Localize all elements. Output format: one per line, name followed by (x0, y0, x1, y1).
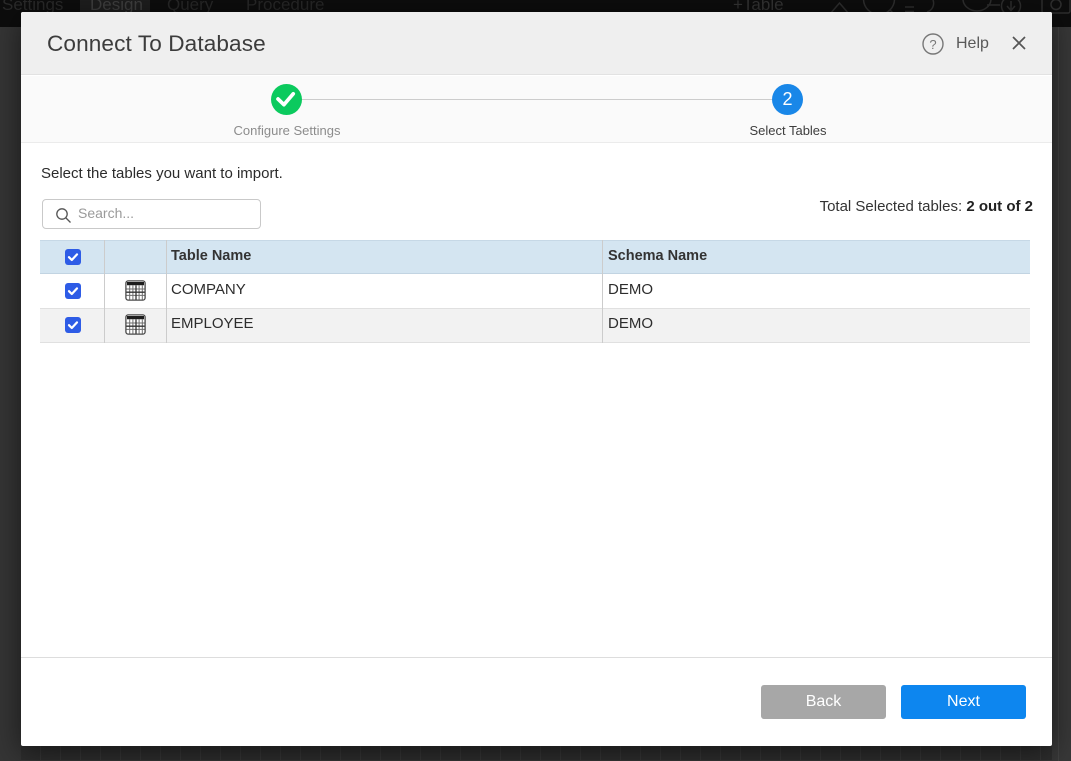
svg-text:?: ? (929, 37, 936, 52)
